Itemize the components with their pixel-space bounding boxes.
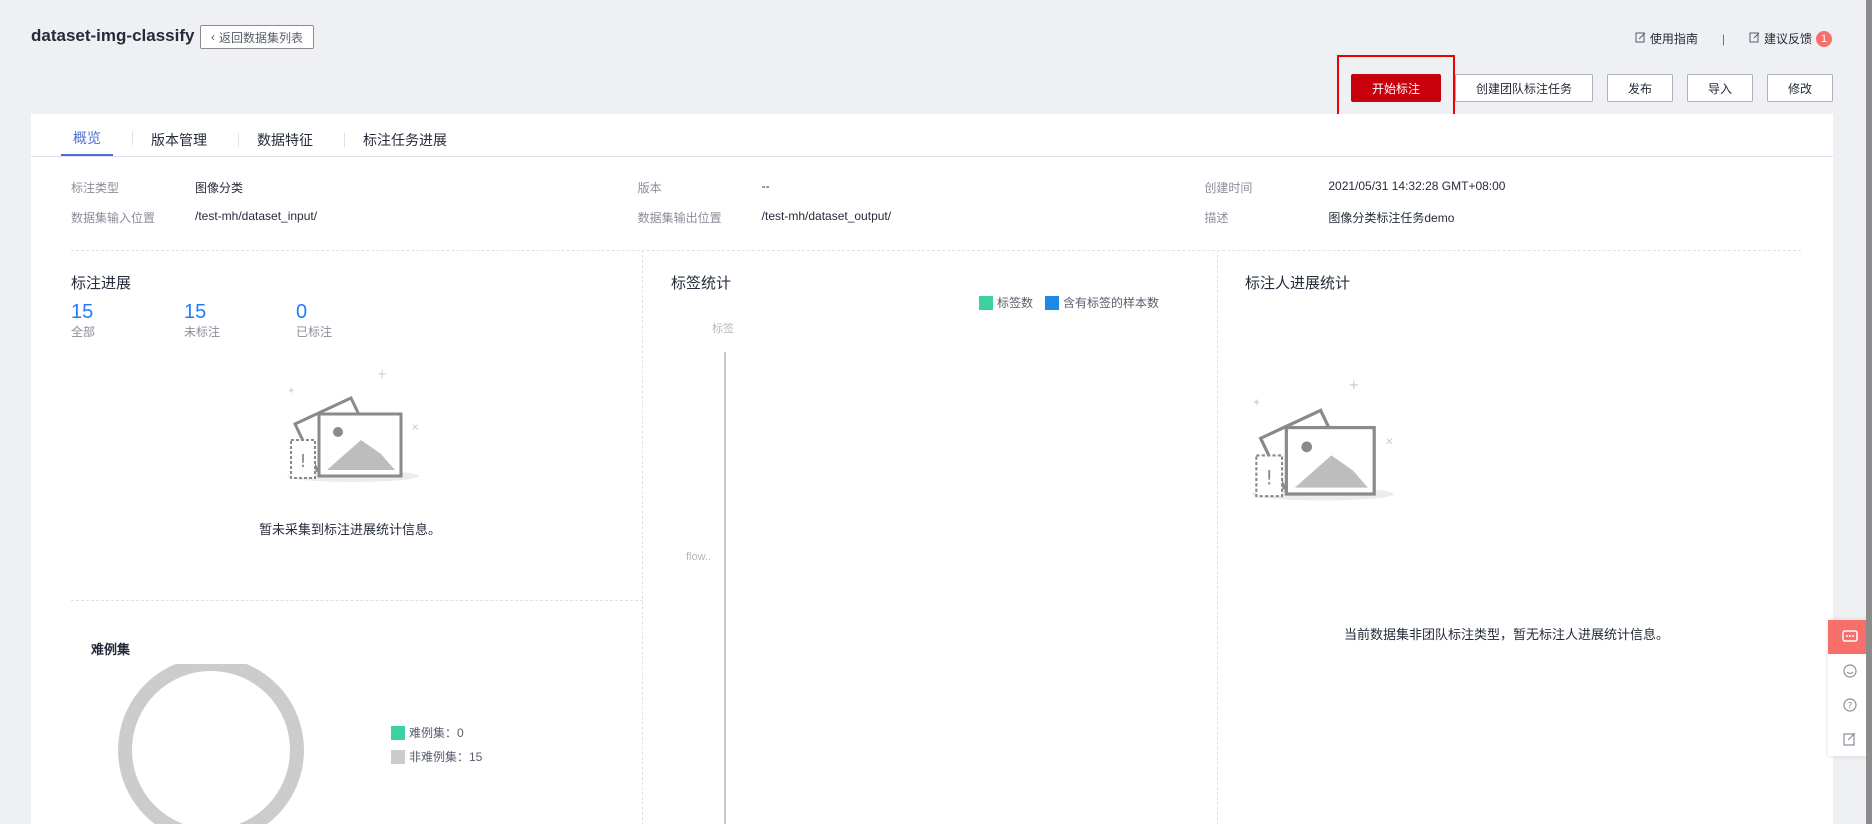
info-label: 创建时间 <box>1204 180 1253 195</box>
info-value: 2021/05/31 14:32:28 GMT+08:00 <box>1328 178 1506 193</box>
tab-bar: 概览 版本管理 数据特征 标注任务进展 <box>31 114 1833 157</box>
info-value: 图像分类标注任务demo <box>1328 210 1455 225</box>
top-links: 使用指南 | 建议反馈 1 <box>1635 30 1832 47</box>
feedback-label: 建议反馈 <box>1763 32 1812 46</box>
guide-link[interactable]: 使用指南 <box>1635 30 1698 47</box>
divider <box>1217 250 1218 824</box>
legend-sample-count: 含有标签的样本数 <box>1045 294 1159 311</box>
svg-text:✦: ✦ <box>287 386 295 397</box>
svg-text:!: ! <box>1265 466 1273 489</box>
info-label: 标注类型 <box>71 180 120 195</box>
dataset-info: 标注类型 图像分类 版本 -- 创建时间 2021/05/31 14:32:28 GM… <box>71 172 1771 232</box>
guide-label: 使用指南 <box>1649 32 1698 46</box>
legend-hard: 难例集：0 <box>391 724 464 741</box>
divider <box>71 600 643 601</box>
svg-text:+: + <box>377 367 387 381</box>
scrollbar[interactable] <box>1866 0 1872 824</box>
pie-slice-nonhard <box>118 664 304 824</box>
divider <box>642 250 643 824</box>
svg-text:+: + <box>1349 378 1360 393</box>
tab-task-progress[interactable]: 标注任务进展 <box>351 130 459 156</box>
main-card: 概览 版本管理 数据特征 标注任务进展 标注类型 图像分类 版本 -- 创建时间 20… <box>31 114 1833 824</box>
svg-text:×: × <box>1385 435 1394 448</box>
feedback-icon <box>1749 32 1760 46</box>
action-bar: 开始标注 创建团队标注任务 发布 导入 修改 <box>1350 74 1833 102</box>
page-title: dataset-img-classify <box>31 26 195 45</box>
label-stats-title: 标签统计 <box>671 275 732 292</box>
svg-text:?: ? <box>1848 702 1853 712</box>
info-label: 描述 <box>1204 210 1229 225</box>
legend-swatch <box>1045 295 1059 310</box>
edit-button[interactable]: 修改 <box>1766 74 1833 102</box>
chevron-left-icon: ‹ <box>211 30 215 44</box>
publish-button[interactable]: 发布 <box>1606 74 1673 102</box>
svg-text:×: × <box>411 422 419 433</box>
empty-state-illustration: ! + ✦ × <box>1252 378 1394 501</box>
info-value: -- <box>761 178 770 193</box>
legend-swatch <box>391 725 405 740</box>
stat-labeled: 0 已标注 <box>296 301 333 339</box>
y-tick-label: flow.. <box>686 551 712 563</box>
feedback-link[interactable]: 建议反馈 1 <box>1749 30 1832 47</box>
divider <box>71 250 1801 251</box>
y-axis-line <box>724 352 726 824</box>
y-axis-label: 标签 <box>712 323 734 335</box>
info-label: 数据集输入位置 <box>71 210 156 225</box>
hard-title: 难例集 <box>91 642 131 657</box>
info-value: /test-mh/dataset_input/ <box>195 208 318 223</box>
tab-overview[interactable]: 概览 <box>61 128 133 156</box>
link-separator: | <box>1721 31 1725 46</box>
stat-unlabeled: 15 未标注 <box>184 301 221 339</box>
stat-all: 15 全部 <box>71 301 96 339</box>
edit-doc-icon <box>1635 32 1646 46</box>
info-label: 版本 <box>637 180 662 195</box>
legend-label-count: 标签数 <box>979 294 1033 311</box>
back-to-list-button[interactable]: ‹ 返回数据集列表 <box>200 25 315 49</box>
tab-features[interactable]: 数据特征 <box>245 130 345 156</box>
progress-title: 标注进展 <box>71 275 132 292</box>
labeler-empty-text: 当前数据集非团队标注类型，暂无标注人进展统计信息。 <box>1344 627 1670 642</box>
create-team-task-button[interactable]: 创建团队标注任务 <box>1454 74 1593 102</box>
progress-empty-text: 暂未采集到标注进展统计信息。 <box>259 522 442 537</box>
tab-version[interactable]: 版本管理 <box>139 130 239 156</box>
hard-pie-chart <box>118 664 304 824</box>
start-labeling-button[interactable]: 开始标注 <box>1350 74 1441 102</box>
legend-nonhard: 非难例集：15 <box>391 748 482 765</box>
import-button[interactable]: 导入 <box>1686 74 1753 102</box>
legend-swatch <box>391 749 405 764</box>
svg-text:✦: ✦ <box>1252 396 1261 409</box>
feedback-count-badge: 1 <box>1816 30 1832 47</box>
empty-state-illustration: ! + ✦ × <box>287 367 419 482</box>
svg-text:!: ! <box>299 451 306 472</box>
info-label: 数据集输出位置 <box>637 210 722 225</box>
legend-swatch <box>979 295 993 310</box>
info-value: 图像分类 <box>195 180 244 195</box>
back-button-label: 返回数据集列表 <box>219 30 304 45</box>
labeler-title: 标注人进展统计 <box>1245 275 1351 292</box>
info-value: /test-mh/dataset_output/ <box>761 208 892 223</box>
